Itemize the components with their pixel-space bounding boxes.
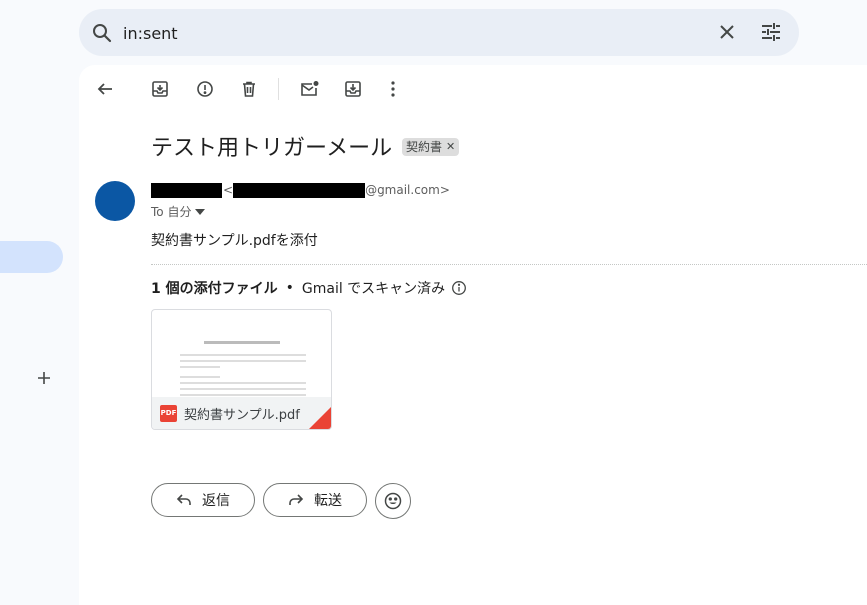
archive-button[interactable] bbox=[148, 77, 172, 101]
more-options-button[interactable] bbox=[381, 77, 405, 101]
close-icon[interactable] bbox=[715, 20, 739, 44]
attachment-footer: PDF 契約書サンプル.pdf bbox=[152, 397, 331, 429]
message-subject: テスト用トリガーメール bbox=[151, 136, 393, 161]
page-fold-corner bbox=[309, 407, 331, 429]
attachments-header: 1 個の添付ファイル • Gmail でスキャン済み bbox=[151, 278, 467, 298]
move-to-button[interactable] bbox=[341, 77, 365, 101]
label-chip-text: 契約書 bbox=[406, 140, 443, 154]
sidebar-active-item[interactable] bbox=[0, 241, 63, 273]
remove-label-icon[interactable]: ✕ bbox=[446, 138, 455, 156]
plus-icon bbox=[38, 372, 50, 384]
emoji-icon bbox=[384, 492, 402, 510]
search-icon[interactable] bbox=[90, 21, 114, 45]
pdf-file-icon: PDF bbox=[160, 404, 177, 422]
new-label-button[interactable] bbox=[32, 366, 56, 390]
reply-button[interactable]: 返信 bbox=[151, 483, 255, 517]
arrow-back-icon bbox=[97, 83, 112, 95]
attachment-divider bbox=[151, 264, 867, 265]
archive-icon bbox=[152, 81, 168, 97]
back-button[interactable] bbox=[93, 77, 117, 101]
caret-down-icon bbox=[195, 208, 206, 215]
mark-unread-icon bbox=[301, 81, 319, 96]
sender-name-redacted bbox=[151, 183, 222, 198]
attachment-separator: • bbox=[285, 280, 294, 296]
scan-status: Gmail でスキャン済み bbox=[301, 281, 446, 297]
avatar[interactable] bbox=[95, 181, 135, 221]
tune-icon[interactable] bbox=[759, 20, 783, 44]
sender-email-redacted bbox=[233, 183, 366, 198]
report-spam-icon bbox=[197, 81, 213, 97]
mark-unread-button[interactable] bbox=[297, 77, 321, 101]
recipient-details-toggle[interactable]: To 自分 bbox=[151, 203, 206, 220]
message-body: 契約書サンプル.pdfを添付 bbox=[151, 233, 318, 249]
forward-label: 転送 bbox=[314, 493, 342, 509]
report-spam-button[interactable] bbox=[193, 77, 217, 101]
toolbar-divider bbox=[278, 78, 279, 100]
info-icon[interactable] bbox=[451, 280, 467, 296]
attachment-count: 1 個の添付ファイル bbox=[151, 281, 278, 297]
trash-icon bbox=[243, 81, 255, 97]
sender-address: < @gmail.com> bbox=[223, 183, 450, 198]
forward-icon bbox=[289, 494, 304, 505]
reply-label: 返信 bbox=[202, 493, 230, 509]
delete-button[interactable] bbox=[237, 77, 261, 101]
attachment-card[interactable]: PDF 契約書サンプル.pdf bbox=[151, 309, 332, 430]
attachment-name: 契約書サンプル.pdf bbox=[184, 407, 300, 423]
reply-icon bbox=[176, 494, 191, 505]
more-vert-icon bbox=[391, 81, 395, 97]
pdf-preview-thumbnail bbox=[180, 341, 306, 396]
forward-button[interactable]: 転送 bbox=[263, 483, 367, 517]
label-chip[interactable]: 契約書 ✕ bbox=[402, 138, 460, 156]
to-line-text: To 自分 bbox=[151, 205, 192, 219]
emoji-reaction-button[interactable] bbox=[375, 483, 411, 519]
sender-address-suffix: @gmail.com> bbox=[365, 183, 450, 197]
search-input[interactable] bbox=[123, 21, 683, 45]
move-to-icon bbox=[345, 81, 361, 97]
